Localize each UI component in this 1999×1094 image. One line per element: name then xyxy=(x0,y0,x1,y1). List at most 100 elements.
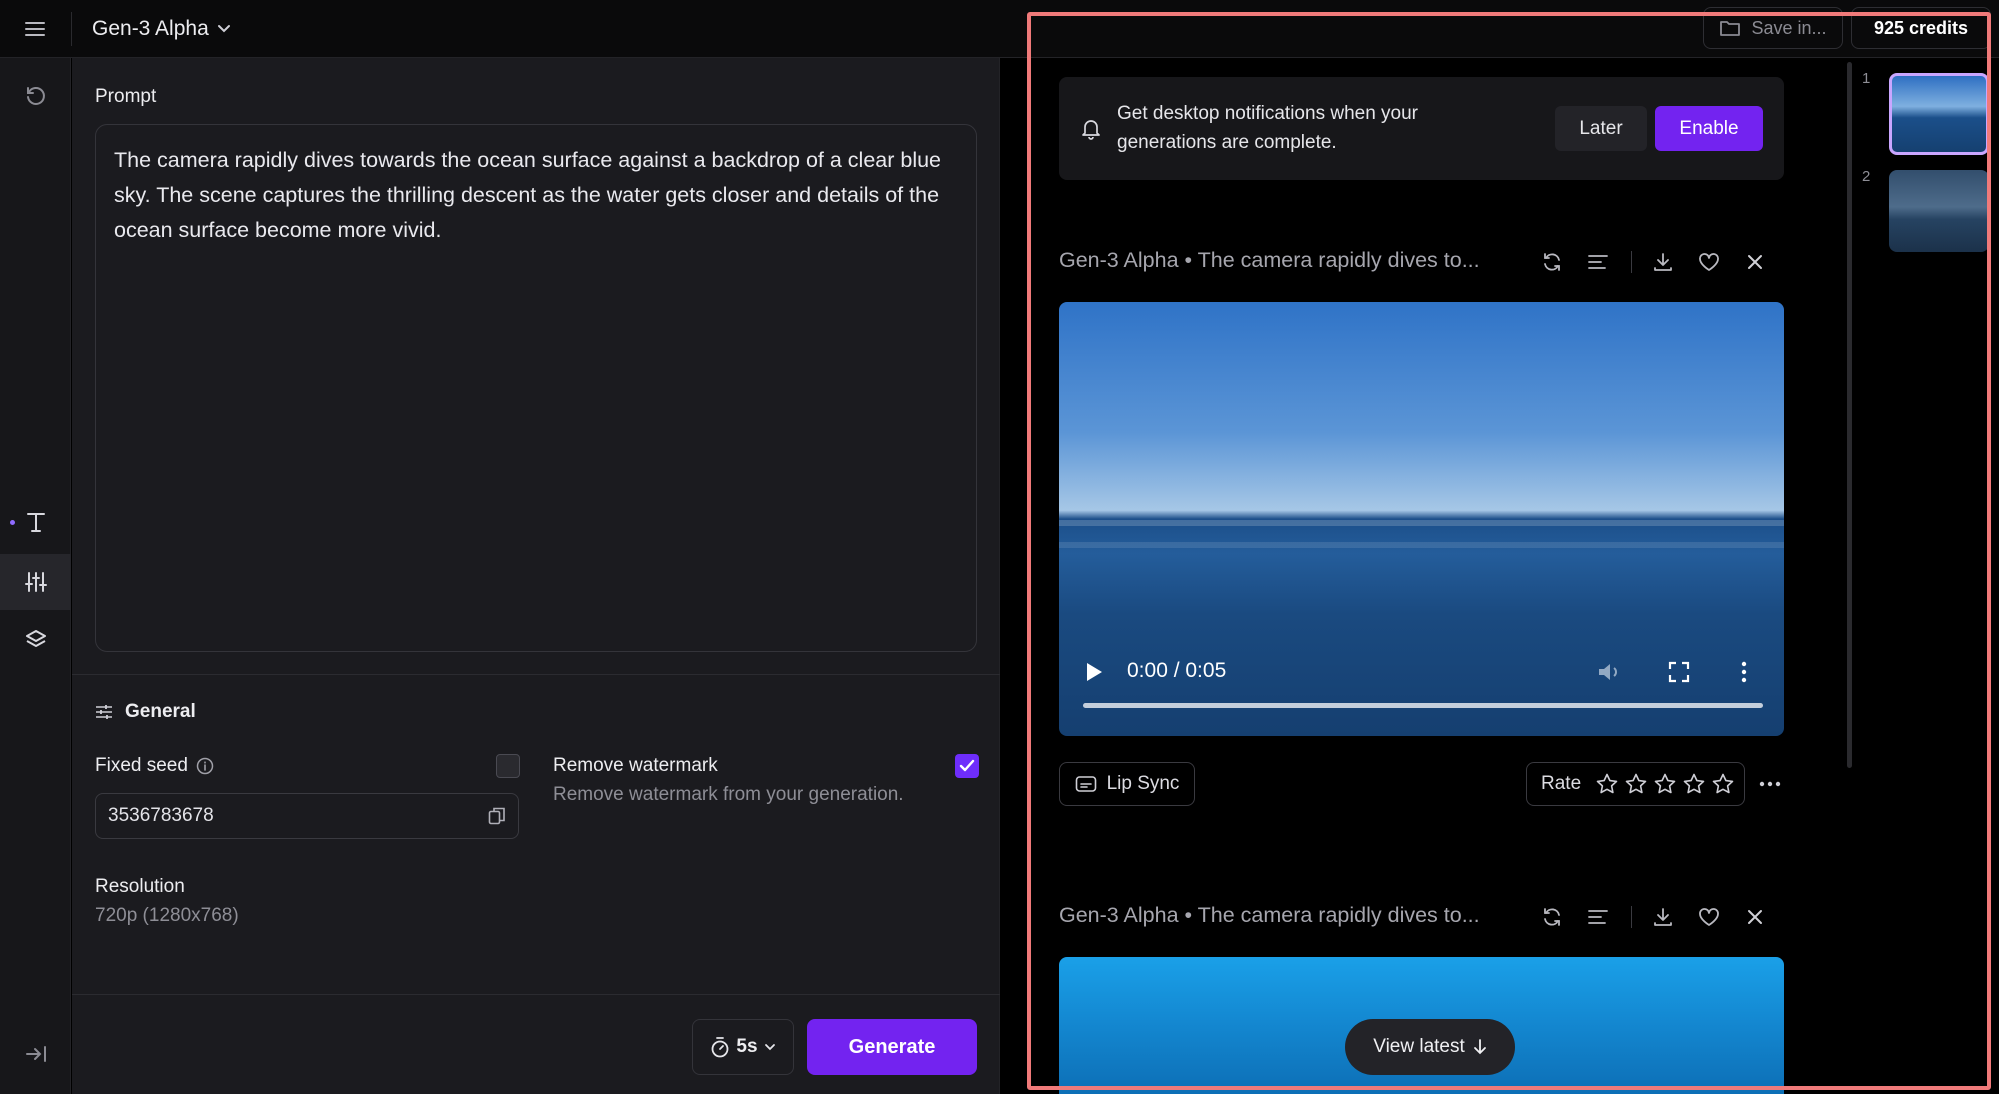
later-button[interactable]: Later xyxy=(1555,106,1647,151)
generation-title: Gen-3 Alpha • The camera rapidly dives t… xyxy=(1059,903,1480,927)
notification-banner: Get desktop notifications when your gene… xyxy=(1059,77,1784,180)
icon-rail xyxy=(0,58,71,1094)
refresh-icon xyxy=(1544,908,1560,926)
credits-button[interactable]: 925 credits xyxy=(1851,7,1991,49)
star-icon[interactable] xyxy=(1653,772,1677,796)
close-button[interactable] xyxy=(1738,900,1772,934)
chevron-down-icon xyxy=(764,1044,775,1051)
save-in-button[interactable]: Save in... xyxy=(1703,7,1843,49)
text-icon xyxy=(26,513,45,532)
details-button[interactable] xyxy=(1581,245,1615,279)
chevron-down-icon xyxy=(217,25,230,33)
close-button[interactable] xyxy=(1738,245,1772,279)
top-divider xyxy=(71,12,72,46)
fullscreen-icon[interactable] xyxy=(1667,660,1691,684)
play-icon[interactable] xyxy=(1083,660,1105,684)
video-controls: 0:00 / 0:05 xyxy=(1059,642,1784,736)
thumbnail-number: 1 xyxy=(1862,70,1871,87)
top-bar: Gen-3 Alpha Save in... 925 credits xyxy=(0,0,1999,58)
details-button[interactable] xyxy=(1581,900,1615,934)
collapse-button[interactable] xyxy=(0,1026,71,1082)
favorite-button[interactable] xyxy=(1692,900,1726,934)
model-name: Gen-3 Alpha xyxy=(92,17,209,40)
menu-icon xyxy=(25,22,45,36)
notification-text: Get desktop notifications when your gene… xyxy=(1117,103,1419,153)
wave-highlight xyxy=(1059,542,1784,548)
menu-button[interactable] xyxy=(18,12,52,46)
download-icon xyxy=(1654,253,1672,271)
history-button[interactable] xyxy=(0,69,71,125)
download-icon xyxy=(1654,908,1672,926)
heart-icon xyxy=(1699,253,1719,271)
duration-selector[interactable]: 5s xyxy=(692,1019,794,1075)
seed-input[interactable]: 3536783678 xyxy=(95,793,519,839)
info-icon[interactable] xyxy=(196,757,214,775)
fixed-seed-text: Fixed seed xyxy=(95,755,188,776)
bell-icon xyxy=(1082,120,1100,140)
video-time: 0:00 / 0:05 xyxy=(1127,659,1227,682)
more-vertical-icon[interactable] xyxy=(1739,660,1749,684)
thumbnail-2[interactable] xyxy=(1889,170,1989,252)
history-icon xyxy=(26,87,45,105)
save-in-label: Save in... xyxy=(1751,17,1827,38)
lines-icon xyxy=(1588,910,1608,924)
general-section-title: General xyxy=(95,701,196,723)
prompt-textarea[interactable]: The camera rapidly dives towards the oce… xyxy=(95,124,977,652)
section-divider xyxy=(72,674,1000,675)
lip-sync-icon xyxy=(1075,776,1096,792)
heart-icon xyxy=(1699,908,1719,926)
generation-title: Gen-3 Alpha • The camera rapidly dives t… xyxy=(1059,248,1480,272)
regenerate-button[interactable] xyxy=(1535,900,1569,934)
check-icon xyxy=(959,759,975,772)
credits-label: 925 credits xyxy=(1873,17,1969,38)
regenerate-button[interactable] xyxy=(1535,245,1569,279)
text-mode-button[interactable] xyxy=(0,494,71,550)
settings-button[interactable] xyxy=(0,554,71,610)
close-icon xyxy=(1748,910,1762,924)
duration-value: 5s xyxy=(736,1036,758,1057)
footer-divider xyxy=(72,994,1000,995)
favorite-button[interactable] xyxy=(1692,245,1726,279)
model-selector[interactable]: Gen-3 Alpha xyxy=(92,12,231,46)
adjustments-icon xyxy=(96,705,112,719)
thumbnail-1[interactable] xyxy=(1889,73,1989,155)
view-latest-button[interactable]: View latest xyxy=(1345,1019,1515,1075)
star-icon[interactable] xyxy=(1624,772,1648,796)
generate-button[interactable]: Generate xyxy=(807,1019,977,1075)
star-icon[interactable] xyxy=(1595,772,1619,796)
remove-watermark-label: Remove watermark xyxy=(553,755,718,776)
lines-icon xyxy=(1588,255,1608,269)
layers-button[interactable] xyxy=(0,612,71,668)
star-icon[interactable] xyxy=(1682,772,1706,796)
star-icon[interactable] xyxy=(1711,772,1735,796)
generation-actions xyxy=(1535,900,1784,934)
volume-icon[interactable] xyxy=(1596,660,1622,684)
prompt-label: Prompt xyxy=(95,86,157,107)
settings-panel: Prompt The camera rapidly dives towards … xyxy=(72,58,1000,1094)
video-player[interactable]: 0:00 / 0:05 xyxy=(1059,302,1784,736)
download-button[interactable] xyxy=(1646,900,1680,934)
copy-icon[interactable] xyxy=(488,806,506,826)
wave-highlight xyxy=(1059,520,1784,526)
more-options-button[interactable] xyxy=(1755,769,1785,799)
rating-control: Rate xyxy=(1526,762,1745,806)
thumbnail-number: 2 xyxy=(1862,168,1871,185)
arrow-down-icon xyxy=(1473,1039,1486,1055)
video-progress-bar[interactable] xyxy=(1083,703,1763,708)
remove-watermark-description: Remove watermark from your generation. xyxy=(553,784,904,805)
rating-stars xyxy=(1595,772,1735,796)
remove-watermark-checkbox[interactable] xyxy=(955,754,979,778)
actions-separator xyxy=(1631,251,1632,273)
fixed-seed-checkbox[interactable] xyxy=(496,754,520,778)
generation-actions xyxy=(1535,245,1784,279)
sliders-icon xyxy=(24,572,47,592)
view-latest-label: View latest xyxy=(1373,1036,1465,1057)
lip-sync-button[interactable]: Lip Sync xyxy=(1059,762,1195,806)
enable-button[interactable]: Enable xyxy=(1655,106,1763,151)
close-icon xyxy=(1748,255,1762,269)
results-scrollbar[interactable] xyxy=(1847,62,1852,768)
timer-icon xyxy=(712,1037,729,1058)
active-dot xyxy=(10,519,15,525)
download-button[interactable] xyxy=(1646,245,1680,279)
layers-icon xyxy=(25,630,46,647)
